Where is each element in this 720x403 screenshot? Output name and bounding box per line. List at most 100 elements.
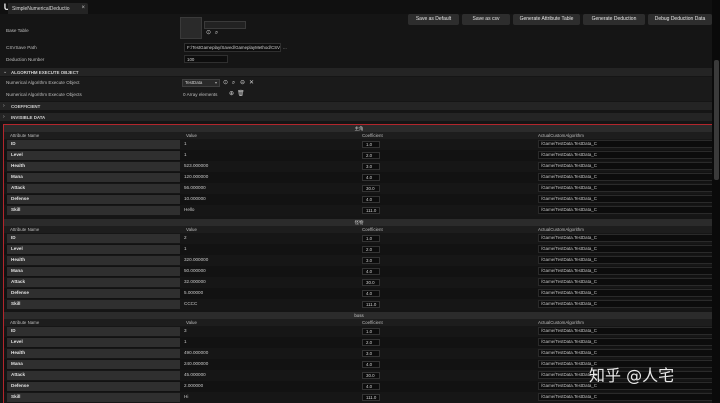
chevron-down-icon: ⌄ — [3, 69, 8, 75]
attribute-name-cell — [7, 140, 180, 149]
add-element-icon[interactable]: ⊕ — [228, 91, 235, 98]
coefficient-field[interactable]: 1.0 — [362, 141, 380, 148]
table-row: ID 3 1.0/Game/TestData.TestData_C — [4, 326, 714, 337]
delete-icon[interactable]: 🗑 — [237, 91, 245, 98]
attribute-name: Skill — [11, 207, 21, 212]
coefficient-field[interactable]: 4.0 — [362, 383, 380, 390]
search-icon[interactable]: ⌕ — [213, 30, 220, 37]
algorithm-path-field[interactable]: /Game/TestData.TestData_C — [538, 327, 714, 335]
coefficient-field[interactable]: 111.0 — [362, 301, 380, 308]
chevron-right-icon: › — [3, 103, 5, 109]
algorithm-path-field[interactable]: /Game/TestData.TestData_C — [538, 206, 714, 214]
coefficient-field[interactable]: 2.0 — [362, 246, 380, 253]
attribute-value: 3 — [184, 328, 187, 333]
array-count: 0 Array elements — [183, 92, 218, 97]
attribute-value: 50.000000 — [184, 268, 206, 273]
algorithm-path-field[interactable]: /Game/TestData.TestData_C — [538, 289, 714, 297]
clear-icon[interactable]: ✕ — [248, 80, 255, 87]
scrollbar[interactable] — [712, 0, 720, 403]
browse-icon[interactable]: ⊙ — [222, 80, 229, 87]
save-as-csv-button[interactable]: Save as csv — [462, 14, 510, 25]
base-table-thumbnail[interactable] — [180, 17, 202, 39]
invisible-category-label: INVISIBLE DATA — [11, 115, 46, 120]
coefficient-field[interactable]: 3.0 — [362, 163, 380, 170]
csv-save-path-field[interactable]: F:/TestGameplay/Saved/GameplayMethod/CSV — [184, 43, 281, 52]
coefficient-field[interactable]: 4.0 — [362, 361, 380, 368]
deduction-number-field[interactable]: 100 — [184, 55, 228, 63]
attribute-value: 5.000000 — [184, 290, 204, 295]
coefficient-field[interactable]: 1.0 — [362, 328, 380, 335]
close-icon[interactable]: × — [81, 5, 85, 11]
attribute-name-header: Attribute Name — [10, 133, 40, 138]
attribute-name-cell — [7, 195, 180, 204]
coefficient-field[interactable]: 30.0 — [362, 185, 380, 192]
algorithm-path-field[interactable]: /Game/TestData.TestData_C — [538, 267, 714, 275]
coefficient-field[interactable]: 4.0 — [362, 290, 380, 297]
coefficient-field[interactable]: 2.0 — [362, 339, 380, 346]
numerical-objects-row: Numerical Algorithm Execute Objects 0 Ar… — [0, 89, 712, 101]
algorithm-path-field[interactable]: /Game/TestData.TestData_C — [538, 300, 714, 308]
attribute-value: 490.000000 — [184, 350, 209, 355]
generate-deduction-button[interactable]: Generate Deduction — [583, 14, 645, 25]
document-tab[interactable]: SimpleNumericalDeductio × — [8, 3, 88, 14]
algorithm-path-field[interactable]: /Game/TestData.TestData_C — [538, 151, 714, 159]
coefficient-field[interactable]: 4.0 — [362, 196, 380, 203]
algorithm-path-field[interactable]: /Game/TestData.TestData_C — [538, 393, 714, 401]
algorithm-path-field[interactable]: /Game/TestData.TestData_C — [538, 184, 714, 192]
coefficient-field[interactable]: 30.0 — [362, 372, 380, 379]
table-row: Attack 32.000000 30.0/Game/TestData.TestDa… — [4, 277, 714, 288]
table-row: Health 490.000000 3.0/Game/TestData.TestDa… — [4, 348, 714, 359]
attribute-name: Skill — [11, 394, 21, 399]
scrollbar-thumb[interactable] — [714, 60, 719, 180]
algorithm-path-field[interactable]: /Game/TestData.TestData_C — [538, 245, 714, 253]
generate-attribute-table-button[interactable]: Generate Attribute Table — [513, 14, 580, 25]
algorithm-path-field[interactable]: /Game/TestData.TestData_C — [538, 173, 714, 181]
algorithm-path-field[interactable]: /Game/TestData.TestData_C — [538, 278, 714, 286]
attribute-value: 523.000000 — [184, 163, 209, 168]
numerical-object-value: TestData — [185, 80, 203, 85]
browse-icon[interactable]: ⊙ — [205, 30, 212, 37]
coefficient-field[interactable]: 4.0 — [362, 268, 380, 275]
attribute-name: Health — [11, 257, 26, 262]
table-row: Skill Hello 111.0/Game/TestData.TestData_C — [4, 205, 714, 216]
algorithm-path-field[interactable]: /Game/TestData.TestData_C — [538, 162, 714, 170]
attribute-name-cell — [7, 234, 180, 243]
invisible-category-header[interactable]: › INVISIBLE DATA — [0, 113, 712, 121]
algorithm-category-header[interactable]: ⌄ ALGORITHM EXECUTE OBJECT — [0, 68, 712, 76]
base-table-label: Base Table — [6, 28, 29, 33]
coefficient-field[interactable]: 3.0 — [362, 350, 380, 357]
algorithm-path-field[interactable]: /Game/TestData.TestData_C — [538, 140, 714, 148]
search-icon[interactable]: ⌕ — [230, 80, 237, 87]
coefficient-category-header[interactable]: › COEFFICIENT — [0, 102, 712, 110]
csv-browse-button[interactable]: ... — [283, 45, 287, 50]
algorithm-path-field[interactable]: /Game/TestData.TestData_C — [538, 234, 714, 242]
save-as-default-button[interactable]: Save as Default — [408, 14, 459, 25]
table-row: Defense 10.000000 4.0/Game/TestData.TestDa… — [4, 194, 714, 205]
table-row: ID 2 1.0/Game/TestData.TestData_C — [4, 233, 714, 244]
attribute-name-cell — [7, 173, 180, 182]
numerical-object-dropdown[interactable]: TestData ▾ — [182, 79, 220, 87]
coefficient-field[interactable]: 4.0 — [362, 174, 380, 181]
attribute-value: 240.000000 — [184, 361, 209, 366]
debug-deduction-data-button[interactable]: Debug Deduction Data — [648, 14, 712, 25]
attribute-name-cell — [7, 278, 180, 287]
algorithm-path-field[interactable]: /Game/TestData.TestData_C — [538, 256, 714, 264]
coefficient-field[interactable]: 2.0 — [362, 152, 380, 159]
attribute-name-cell — [7, 393, 180, 402]
attribute-name-cell — [7, 151, 180, 160]
coefficient-field[interactable]: 3.0 — [362, 257, 380, 264]
coefficient-field[interactable]: 30.0 — [362, 279, 380, 286]
value-header: Value — [186, 320, 197, 325]
reset-icon[interactable]: ⊖ — [239, 80, 246, 87]
algorithm-path-field[interactable]: /Game/TestData.TestData_C — [538, 195, 714, 203]
coefficient-field[interactable]: 111.0 — [362, 207, 380, 214]
attribute-name: Attack — [11, 279, 26, 284]
attribute-name: Defense — [11, 196, 29, 201]
algorithm-path-field[interactable]: /Game/TestData.TestData_C — [538, 338, 714, 346]
algorithm-header: ActualCustomAlgorithm — [538, 133, 584, 138]
value-header: Value — [186, 133, 197, 138]
algorithm-path-field[interactable]: /Game/TestData.TestData_C — [538, 349, 714, 357]
coefficient-field[interactable]: 1.0 — [362, 235, 380, 242]
coefficient-field[interactable]: 111.0 — [362, 394, 380, 401]
base-table-picker[interactable] — [204, 21, 246, 29]
